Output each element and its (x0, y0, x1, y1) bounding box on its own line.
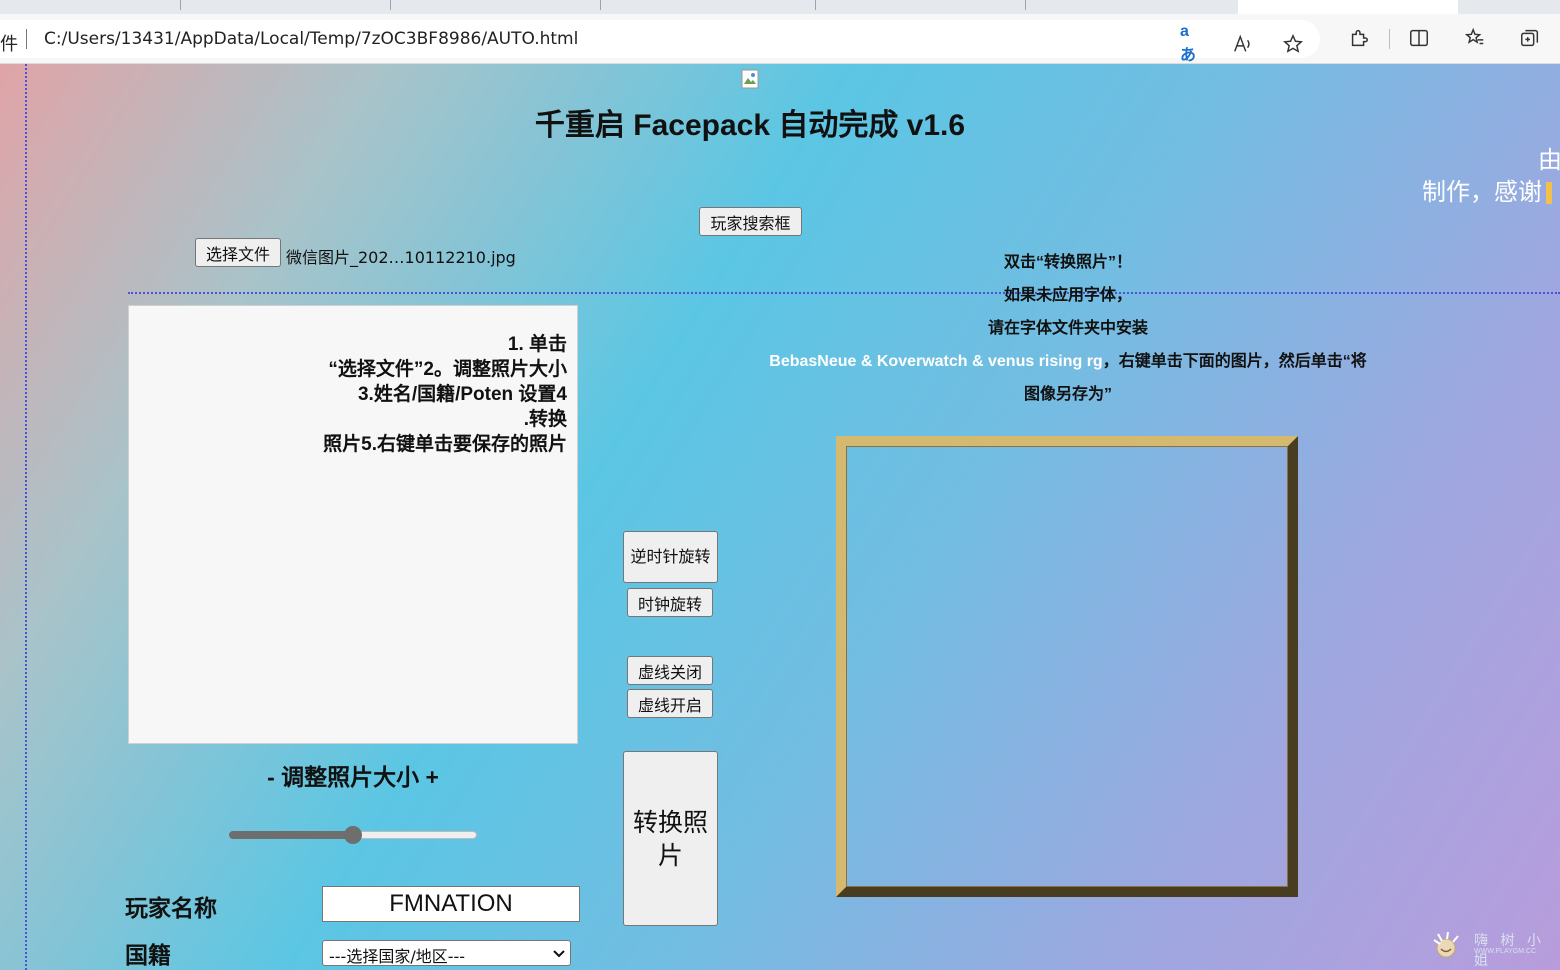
nationality-selected: ---选择国家/地区--- (329, 947, 466, 966)
facepack-output-frame[interactable] (836, 436, 1298, 897)
resize-label: - 调整照片大小 + (267, 764, 439, 790)
instruction-line-4: BebasNeue & Koverwatch & venus rising rg… (618, 347, 1518, 371)
tab-separator (600, 0, 601, 10)
credit-line-1: 由 (1538, 147, 1560, 174)
tab-separator (180, 0, 181, 10)
slider-thumb[interactable] (344, 826, 362, 844)
step-line-4: .转换 (523, 409, 567, 430)
player-name-input[interactable] (322, 886, 580, 922)
instruction-line-3: 请在字体文件夹中安装 (987, 320, 1148, 337)
step-line-5: 照片5.右键单击要保存的照片 (323, 434, 567, 455)
url-field[interactable]: 件 C:/Users/13431/AppData/Local/Temp/7zOC… (0, 20, 1320, 64)
step-line-2: “选择文件”2。调整照片大小 (328, 359, 567, 380)
instruction-line-4-rest: ，右键单击下面的图片，然后单击“将 (1102, 353, 1367, 370)
rotate-clockwise-button[interactable]: 时钟旋转 (627, 588, 713, 617)
page-title: 千重启 Facepack 自动完成 v1.6 (534, 109, 966, 142)
watermark: 嗨 树 小 姐 WWW.PLAYGM.CC (1430, 930, 1550, 969)
convert-photo-button[interactable]: 转换照片 (623, 751, 718, 926)
active-tab[interactable] (1238, 0, 1458, 14)
rotate-counterclockwise-button[interactable]: 逆时针旋转 (623, 531, 718, 583)
favorites-icon[interactable] (1463, 26, 1487, 50)
guides-off-button[interactable]: 虚线关闭 (627, 656, 713, 685)
page-content: 千重启 Facepack 自动完成 v1.6 由 制作，感谢 玩家搜索框 选择文… (0, 64, 1560, 970)
credit-text: 制作，感谢 (1422, 179, 1542, 206)
translate-icon[interactable]: aあ (1180, 23, 1204, 64)
instruction-line-1: 双击“转换照片”！ (1003, 254, 1132, 271)
url-text[interactable]: C:/Users/13431/AppData/Local/Temp/7zOC3B… (44, 29, 578, 49)
nationality-select[interactable]: ---选择国家/地区--- (322, 940, 571, 966)
broken-image-icon (741, 69, 759, 89)
url-separator (26, 29, 27, 49)
toolbar-separator (1389, 29, 1390, 49)
tab-separator (1025, 0, 1026, 10)
chevron-down-icon (553, 950, 565, 958)
nationality-label: 国籍 (125, 942, 171, 968)
credit-line-2: 制作，感谢 (1422, 172, 1552, 207)
player-search-button[interactable]: 玩家搜索框 (699, 207, 802, 236)
watermark-url: WWW.PLAYGM.CC (1474, 948, 1537, 955)
watermark-logo (1433, 931, 1459, 958)
photo-preview-panel[interactable]: 1. 单击 “选择文件”2。调整照片大小 3.姓名/国籍/Poten 设置4 .… (128, 305, 578, 744)
extensions-icon[interactable] (1347, 26, 1371, 50)
collections-icon[interactable] (1518, 26, 1542, 50)
tab-strip (0, 0, 1560, 14)
font-names: BebasNeue & Koverwatch & venus rising rg (769, 353, 1103, 370)
url-prefix: 件 (0, 34, 18, 55)
resize-slider[interactable] (229, 826, 477, 844)
slider-fill (229, 831, 353, 839)
guides-on-button[interactable]: 虚线开启 (627, 689, 713, 718)
tab-separator (815, 0, 816, 10)
instruction-line-5: 图像另存为” (1023, 386, 1112, 403)
split-screen-icon[interactable] (1407, 26, 1431, 50)
read-aloud-icon[interactable] (1231, 32, 1255, 56)
step-line-3: 3.姓名/国籍/Poten 设置4 (357, 384, 567, 405)
tab-separator (390, 0, 391, 10)
vertical-guide-line (25, 64, 27, 970)
instruction-line-2: 如果未应用字体， (1003, 287, 1132, 304)
step-line-1: 1. 单击 (507, 334, 567, 355)
favorite-star-icon[interactable] (1281, 32, 1305, 56)
credit-highlight (1546, 182, 1552, 204)
steps-text: 1. 单击 “选择文件”2。调整照片大小 3.姓名/国籍/Poten 设置4 .… (247, 332, 567, 457)
player-name-label: 玩家名称 (125, 895, 217, 921)
choose-file-button[interactable]: 选择文件 (195, 238, 281, 267)
address-bar: 件 C:/Users/13431/AppData/Local/Temp/7zOC… (0, 14, 1560, 64)
output-canvas[interactable] (846, 446, 1288, 887)
chosen-file-name: 微信图片_202…10112210.jpg (286, 248, 516, 267)
